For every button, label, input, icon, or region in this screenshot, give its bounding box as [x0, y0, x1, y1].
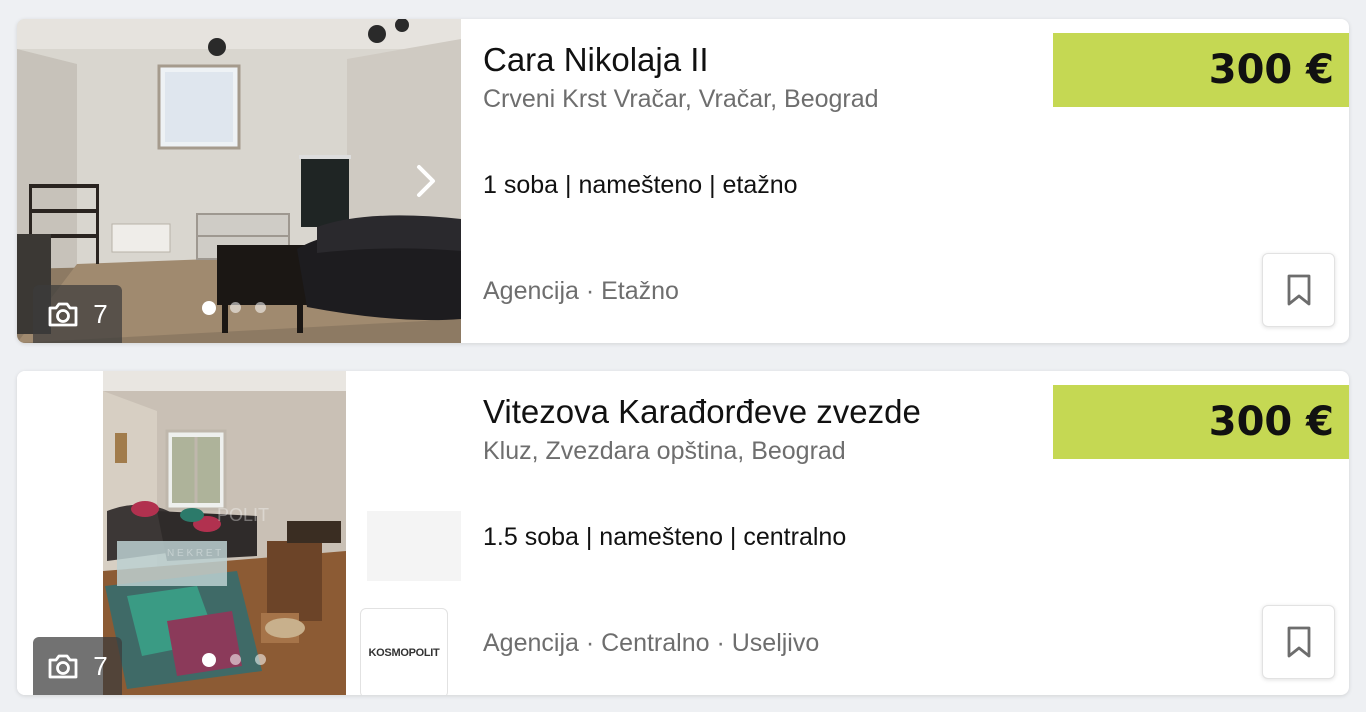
bookmark-icon [1287, 274, 1310, 306]
listing-photo[interactable]: POLIT N E K R E T 7 KOSMOPOLIT [17, 371, 461, 695]
bookmark-button[interactable] [1262, 605, 1335, 679]
listing-location: Kluz, Zvezdara opština, Beograd [483, 437, 846, 465]
photo-count-badge: 7 [33, 285, 122, 343]
listing-card[interactable]: 7 Cara Nikolaja II Crveni Krst Vračar, V… [17, 19, 1349, 343]
carousel-dot[interactable] [255, 654, 266, 665]
listing-location: Crveni Krst Vračar, Vračar, Beograd [483, 85, 879, 113]
listing-features: 1 soba | namešteno | etažno [483, 171, 798, 199]
svg-text:POLIT: POLIT [217, 505, 269, 525]
camera-icon [48, 302, 78, 327]
carousel-dot[interactable] [255, 302, 266, 313]
listing-title[interactable]: Vitezova Karađorđeve zvezde [483, 393, 921, 431]
svg-text:N E K R E T: N E K R E T [167, 548, 221, 559]
listing-title[interactable]: Cara Nikolaja II [483, 41, 709, 79]
agency-logo-text: KOSMOPOLIT [368, 647, 440, 659]
carousel-dot[interactable] [230, 302, 241, 313]
listing-meta: Agencija · Etažno [483, 277, 679, 305]
camera-icon [48, 654, 78, 679]
carousel-dot-active[interactable] [202, 653, 216, 667]
price-badge: 300 € [1053, 385, 1349, 459]
listing-card[interactable]: POLIT N E K R E T 7 KOSMOPOLIT Vitezova … [17, 371, 1349, 695]
carousel-dot[interactable] [230, 654, 241, 665]
bookmark-icon [1287, 626, 1310, 658]
listing-meta: Agencija · Centralno · Useljivo [483, 629, 820, 657]
carousel-dots [202, 301, 266, 315]
photo-count: 7 [93, 298, 108, 329]
agency-logo[interactable]: KOSMOPOLIT [360, 608, 448, 695]
carousel-dots [202, 653, 266, 667]
bookmark-button[interactable] [1262, 253, 1335, 327]
carousel-dot-active[interactable] [202, 301, 216, 315]
listing-photo[interactable]: 7 [17, 19, 461, 343]
photo-count: 7 [93, 650, 108, 681]
price-badge: 300 € [1053, 33, 1349, 107]
chevron-right-icon[interactable] [411, 161, 441, 201]
listing-features: 1.5 soba | namešteno | centralno [483, 523, 847, 551]
photo-count-badge: 7 [33, 637, 122, 695]
